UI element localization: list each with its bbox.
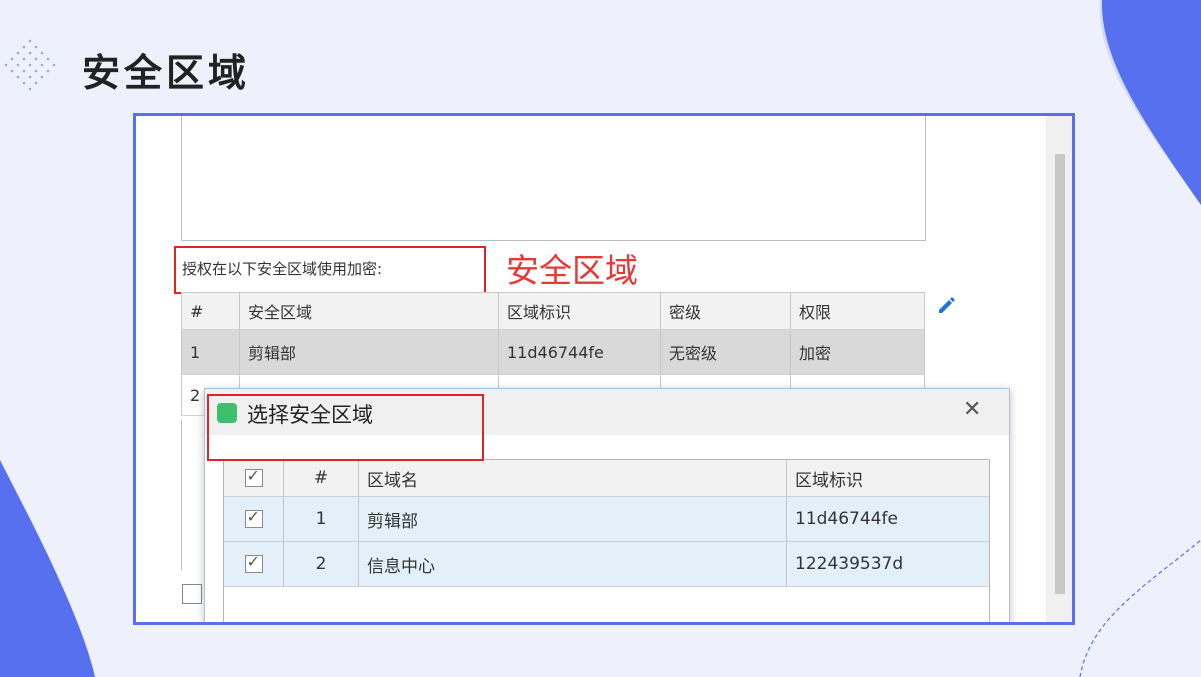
col-name-header[interactable]: 区域名 bbox=[359, 460, 787, 496]
row-name: 剪辑部 bbox=[359, 497, 787, 541]
pencil-icon[interactable] bbox=[936, 294, 958, 320]
row-num: 1 bbox=[182, 330, 240, 374]
scrollbar-thumb[interactable] bbox=[1055, 154, 1065, 594]
option-checkbox[interactable] bbox=[182, 584, 202, 604]
table-row[interactable]: 2 信息中心 122439537d bbox=[224, 542, 989, 587]
row-id: 11d46744fe bbox=[795, 509, 898, 529]
select-all-checkbox[interactable] bbox=[224, 460, 284, 496]
auth-label-highlight bbox=[174, 246, 486, 294]
empty-row bbox=[224, 587, 989, 622]
slide-title: 安全区域 bbox=[82, 51, 251, 95]
annotation-heading: 安全区域 bbox=[506, 251, 638, 290]
bottom-right-dashed-curve bbox=[1079, 539, 1201, 677]
col-perm-header[interactable]: 权限 bbox=[791, 293, 925, 329]
row-checkbox[interactable] bbox=[224, 497, 284, 541]
col-id-header[interactable]: 区域标识 bbox=[787, 460, 989, 496]
col-level-header[interactable]: 密级 bbox=[661, 293, 791, 329]
row-id: 122439537d bbox=[795, 554, 904, 574]
row-num: 1 bbox=[284, 497, 359, 541]
table-header: # 安全区域 区域标识 密级 权限 bbox=[182, 292, 925, 330]
row-perm: 加密 bbox=[791, 330, 925, 374]
description-textarea[interactable] bbox=[181, 116, 926, 241]
empty-cell bbox=[224, 587, 284, 622]
form-window: 授权在以下安全区域使用加密: 安全区域 # 安全区域 区域标识 密级 权限 1 … bbox=[136, 116, 1072, 622]
bottom-left-decoration bbox=[0, 460, 95, 677]
row-checkbox[interactable] bbox=[224, 542, 284, 586]
col-num-header[interactable]: # bbox=[284, 460, 359, 496]
row-level: 无密级 bbox=[661, 330, 791, 374]
top-right-decoration bbox=[1099, 0, 1201, 205]
col-num-header[interactable]: # bbox=[182, 293, 240, 329]
row-name: 信息中心 bbox=[359, 542, 787, 586]
row-zone: 剪辑部 bbox=[240, 330, 499, 374]
table-row[interactable]: 1 剪辑部 11d46744fe bbox=[224, 497, 989, 542]
close-icon[interactable]: ✕ bbox=[963, 397, 981, 422]
table-body-border bbox=[181, 420, 182, 570]
col-id-header[interactable]: 区域标识 bbox=[499, 293, 661, 329]
table-row[interactable]: 1 剪辑部 11d46744fe 无密级 加密 bbox=[182, 330, 925, 375]
dialog-table-header: # 区域名 区域标识 bbox=[224, 460, 989, 497]
dialog-zone-table: # 区域名 区域标识 1 剪辑部 11d46744fe 2 信息中心 12243… bbox=[223, 459, 990, 622]
screenshot-frame: 授权在以下安全区域使用加密: 安全区域 # 安全区域 区域标识 密级 权限 1 … bbox=[133, 113, 1075, 625]
col-zone-header[interactable]: 安全区域 bbox=[240, 293, 499, 329]
row-num: 2 bbox=[284, 542, 359, 586]
dotted-diamond-decoration bbox=[4, 39, 56, 91]
dialog-title-highlight bbox=[207, 394, 484, 461]
row-id: 11d46744fe bbox=[499, 330, 661, 374]
